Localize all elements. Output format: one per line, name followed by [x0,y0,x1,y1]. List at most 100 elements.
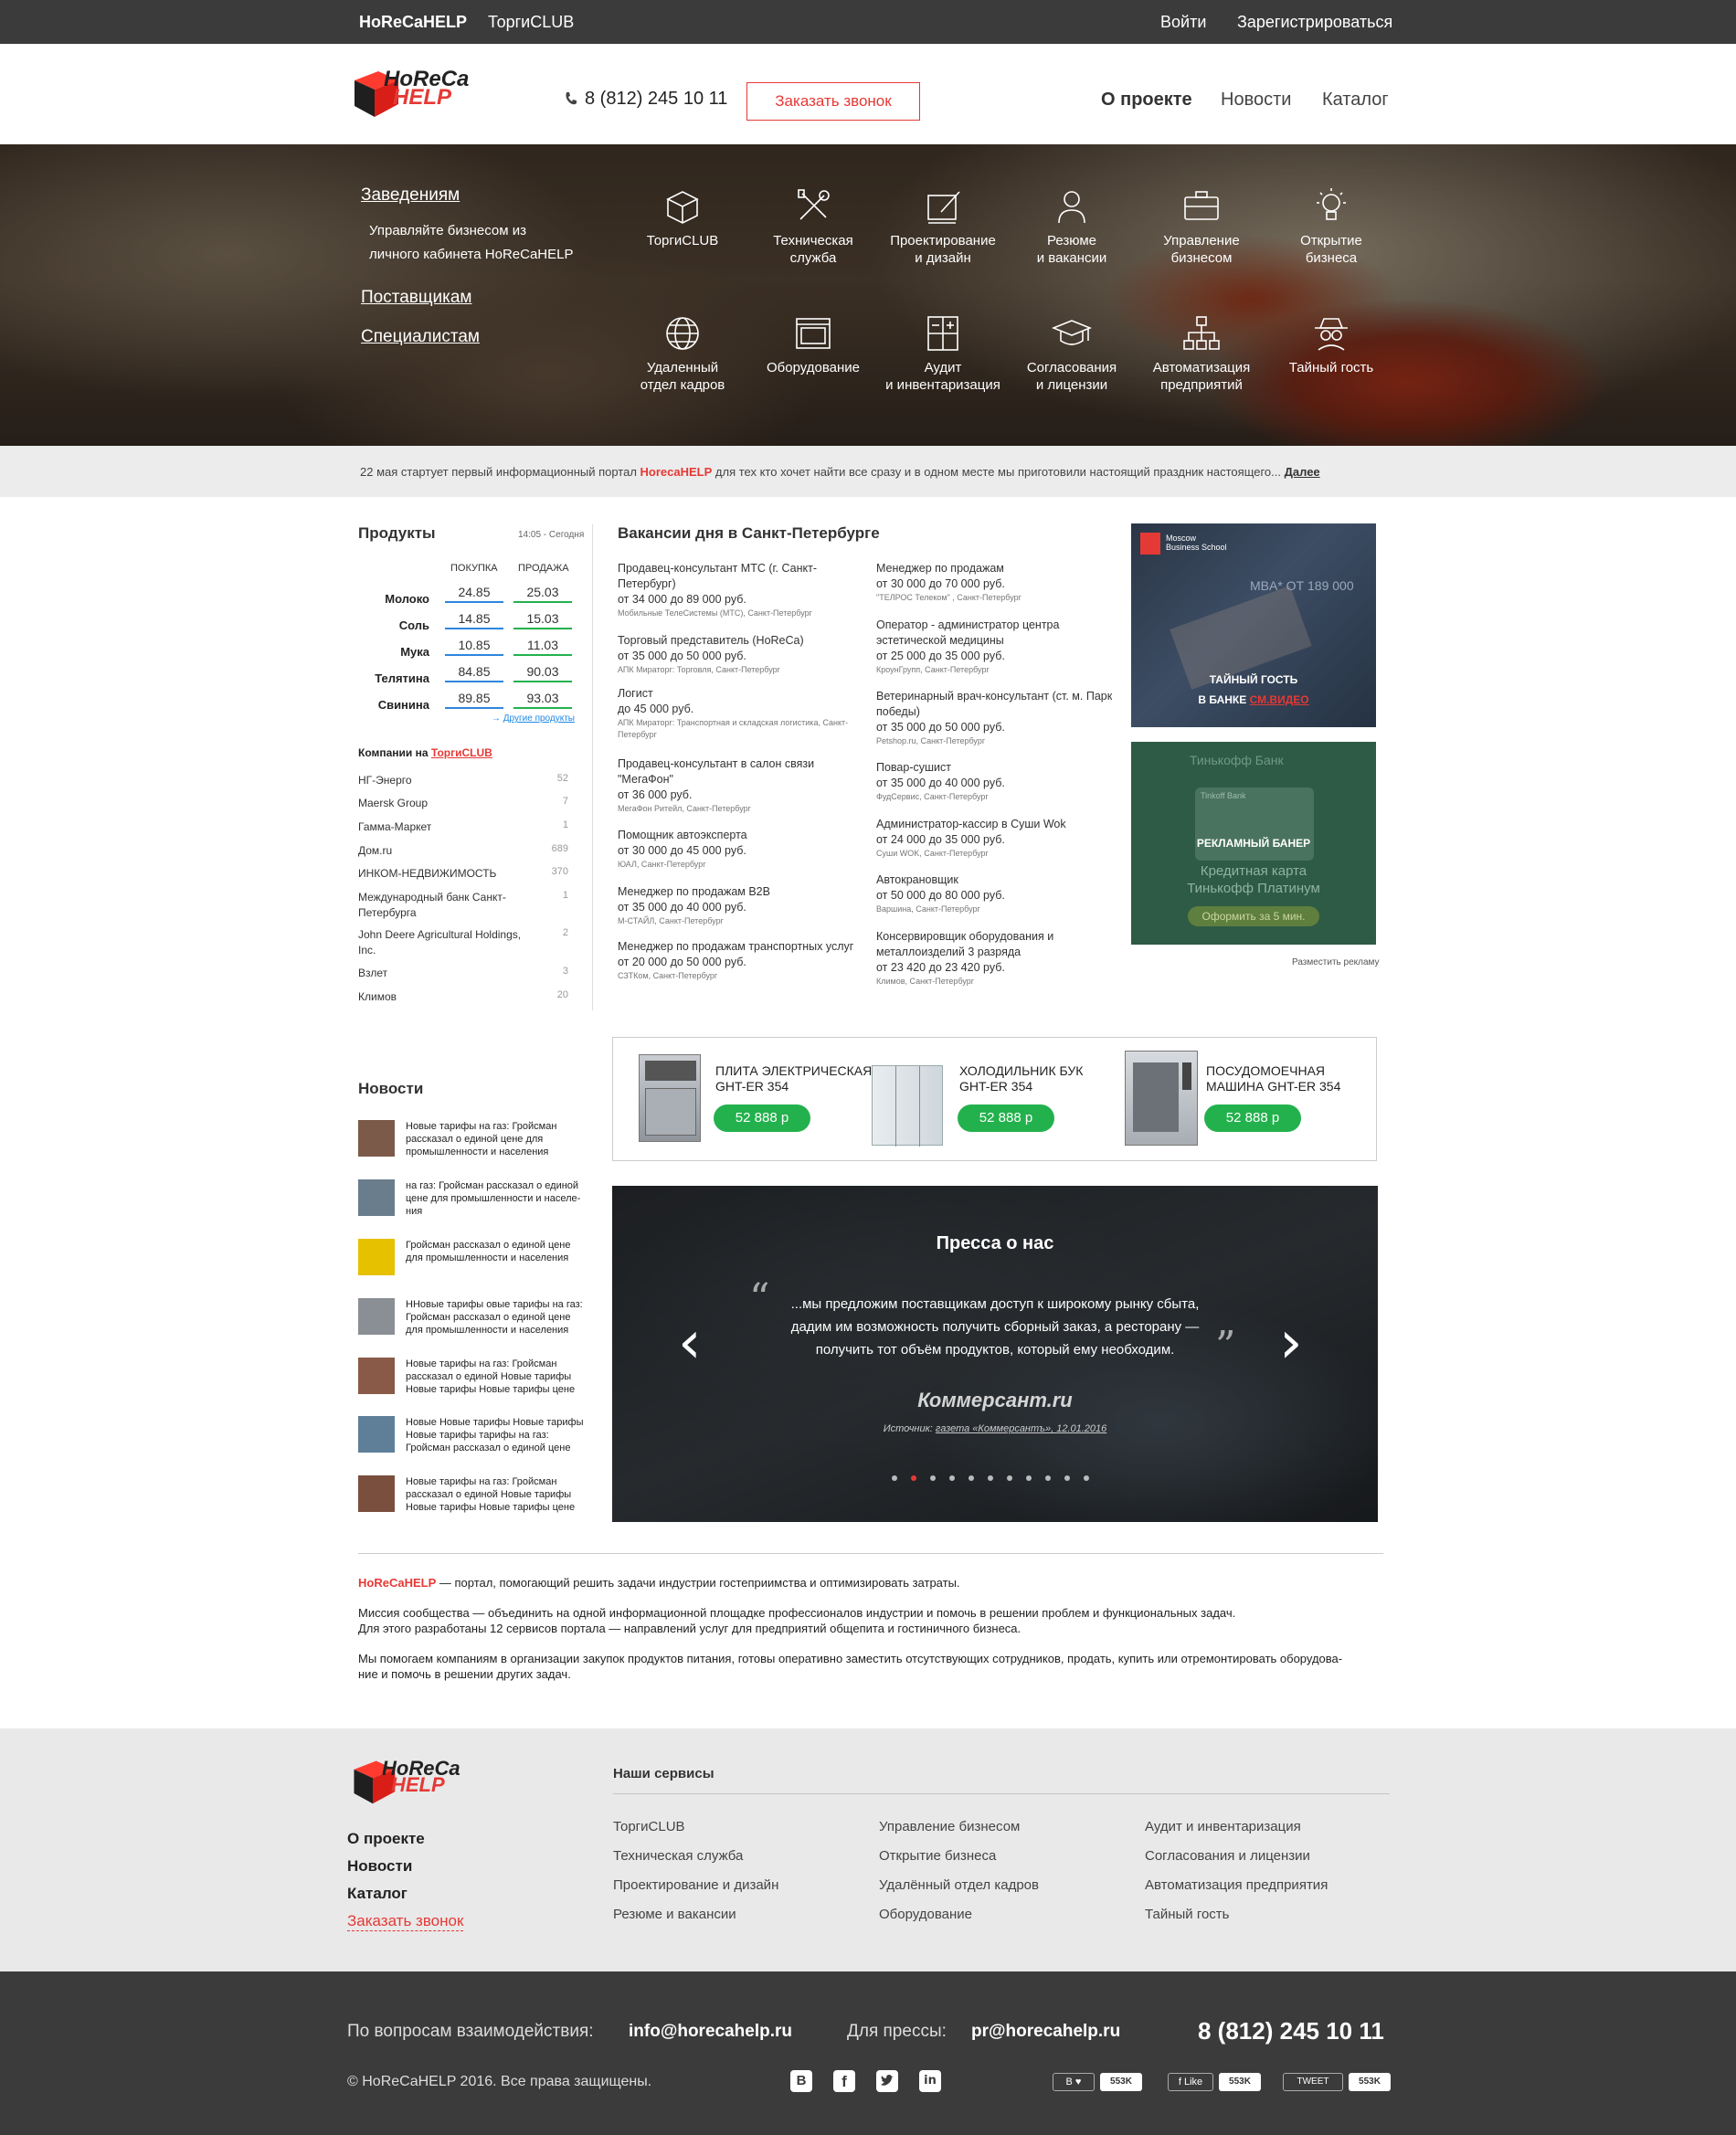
login-link[interactable]: Войти [1160,13,1206,32]
footer-service-link[interactable]: Тайный гость [1145,1907,1230,1922]
slider-dot[interactable] [988,1475,993,1481]
vk-share-button[interactable]: В ♥ 553K [1053,2073,1146,2091]
mbs-video-link[interactable]: СМ.ВИДЕО [1250,693,1309,706]
press-email[interactable]: pr@horecahelp.ru [971,2022,1120,2042]
slider-dot[interactable] [911,1475,916,1481]
footer-service-link[interactable]: Проектирование и дизайн [613,1877,778,1893]
news-thumbnail[interactable] [358,1239,395,1275]
tinkoff-apply-button[interactable]: Оформить за 5 мин. [1188,906,1319,926]
logo[interactable]: HoReCa HELP [347,64,503,121]
slider-dot[interactable] [1064,1475,1070,1481]
service-opening[interactable]: Открытие бизнеса [1263,186,1400,267]
product-row[interactable]: Молоко 24.85 25.03 [358,581,587,608]
companies-torgi-link[interactable]: ТоргиCLUB [431,746,492,759]
news-thumbnail[interactable] [358,1358,395,1394]
vacancy-item[interactable]: Консервировщик оборудования и металлоизд… [876,929,1123,988]
product-row[interactable]: Мука 10.85 11.03 [358,634,587,661]
header-phone[interactable]: 8 (812) 245 10 11 [585,89,727,110]
product-row[interactable]: Свинина 89.85 93.03 [358,687,587,713]
twitter-icon[interactable] [876,2070,898,2092]
facebook-icon[interactable]: f [833,2070,855,2092]
footer-callback-link[interactable]: Заказать звонок [347,1912,464,1931]
news-item[interactable]: Новые тарифы на газ: Гройсман рассказал … [358,1120,587,1164]
company-item[interactable]: John Deere Agricultural Holdings, Inc. 2 [358,927,568,958]
vacancy-item[interactable]: Автокрановщик от 50 000 до 80 000 руб. Вар… [876,872,1123,915]
company-item[interactable]: Взлет 3 [358,966,568,981]
nav-news[interactable]: Новости [1221,90,1291,111]
vacancy-item[interactable]: Менеджер по продажам от 30 000 до 70 000 … [876,561,1123,604]
footer-service-link[interactable]: Оборудование [879,1907,972,1922]
place-ad-link[interactable]: Разместить рекламу [1292,957,1380,967]
news-item[interactable]: на газ: Гройсман рассказал о единой цене… [358,1179,587,1223]
catalog-item-3-name[interactable]: ПОСУДОМОЕЧНАЯ МАШИНА GHT-ER 354 [1206,1063,1340,1094]
footer-service-link[interactable]: Техническая служба [613,1848,743,1864]
vk-icon[interactable]: В [790,2070,812,2092]
catalog-item-2-price[interactable]: 52 888 р [958,1104,1054,1132]
linkedin-icon[interactable]: in [919,2070,941,2092]
service-torgi[interactable]: ТоргиCLUB [614,186,751,249]
vacancy-item[interactable]: Повар-сушист от 35 000 до 40 000 руб. ФудС… [876,760,1123,803]
footer-service-link[interactable]: Резюме и вакансии [613,1907,736,1922]
slider-dot[interactable] [1007,1475,1012,1481]
service-hr[interactable]: Удаленный отдел кадров [614,313,751,394]
news-headline[interactable]: ННовые тарифы овые тарифы на газ: Гройсм… [406,1298,588,1337]
footer-service-link[interactable]: Управление бизнесом [879,1819,1020,1834]
company-item[interactable]: ИНКОМ-НЕДВИЖИМОСТЬ 370 [358,866,568,882]
footer-service-link[interactable]: Согласования и лицензии [1145,1848,1310,1864]
register-link[interactable]: Зарегистрироваться [1237,13,1392,32]
catalog-item-3-price[interactable]: 52 888 р [1204,1104,1301,1132]
slider-dot[interactable] [1084,1475,1089,1481]
callback-button[interactable]: Заказать звонок [746,82,920,121]
hero-link-establishments[interactable]: Заведениям [361,185,460,206]
news-thumbnail[interactable] [358,1298,395,1335]
service-licenses[interactable]: Согласования и лицензии [1003,313,1140,394]
footer-service-link[interactable]: ТоргиCLUB [613,1819,685,1834]
footer-nav-about[interactable]: О проекте [347,1830,425,1848]
service-equipment[interactable]: Оборудование [745,313,882,376]
news-headline[interactable]: Новые тарифы на газ: Гройсман рассказал … [406,1358,588,1396]
company-item[interactable]: Maersk Group 7 [358,796,568,811]
mbs-ad-banner[interactable]: Moscow Business School MBA* ОТ 189 000 ТА… [1131,523,1376,727]
more-products-link[interactable]: → Другие продукты [492,713,575,724]
slider-dot[interactable] [1045,1475,1051,1481]
vacancy-item[interactable]: Продавец-консультант МТС (г. Санкт-Петер… [618,561,864,619]
news-headline[interactable]: Новые Новые тарифы Новые тарифы Новые та… [406,1416,588,1454]
service-tech[interactable]: Техническая служба [745,186,882,267]
press-source-link[interactable]: газета «Коммерсантъ», 12.01.2016 [936,1423,1106,1434]
service-mystery-guest[interactable]: Тайный гость [1263,313,1400,376]
news-headline[interactable]: Гройсман рассказал о единой цене для про… [406,1239,588,1264]
nav-catalog[interactable]: Каталог [1322,90,1389,111]
slider-dot[interactable] [1026,1475,1032,1481]
company-item[interactable]: НГ-Энерго 52 [358,773,568,788]
news-headline[interactable]: Новые тарифы на газ: Гройсман рассказал … [406,1120,588,1158]
footer-service-link[interactable]: Автоматизация предприятия [1145,1877,1328,1893]
service-management[interactable]: Управление бизнесом [1133,186,1270,267]
service-automation[interactable]: Автоматизация предприятий [1133,313,1270,394]
vacancy-item[interactable]: Продавец-консультант в салон связи "Мега… [618,756,864,815]
company-item[interactable]: Гамма-Маркет 1 [358,819,568,835]
news-thumbnail[interactable] [358,1416,395,1453]
brand-link[interactable]: HoReCaHELP [359,13,467,32]
footer-logo[interactable]: HoReCa HELP [347,1754,503,1811]
news-item[interactable]: Новые Новые тарифы Новые тарифы Новые та… [358,1416,587,1460]
news-headline[interactable]: на газ: Гройсман рассказал о единой цене… [406,1179,588,1218]
catalog-item-2-name[interactable]: ХОЛОДИЛЬНИК БУК GHT-ER 354 [959,1063,1083,1094]
news-thumbnail[interactable] [358,1475,395,1512]
facebook-like-button[interactable]: f Like 553K [1168,2073,1263,2091]
vacancy-item[interactable]: Оператор - администратор центра эстетиче… [876,618,1123,676]
news-thumbnail[interactable] [358,1120,395,1157]
announcement-more-link[interactable]: Далее [1285,465,1320,479]
vacancy-item[interactable]: Менеджер по продажам B2B от 35 000 до 40 … [618,884,864,927]
news-item[interactable]: Гройсман рассказал о единой цене для про… [358,1239,587,1283]
nav-about[interactable]: О проекте [1101,90,1192,111]
slider-dot[interactable] [969,1475,974,1481]
company-item[interactable]: Дом.ru 689 [358,843,568,859]
news-item[interactable]: ННовые тарифы овые тарифы на газ: Гройсм… [358,1298,587,1342]
electric-stove-image[interactable] [639,1054,701,1142]
vacancy-item[interactable]: Логист до 45 000 руб. АПК Мираторг: Трансп… [618,686,864,741]
dishwasher-image[interactable] [1125,1051,1198,1146]
vacancy-item[interactable]: Помощник автоэксперта от 30 000 до 45 000… [618,828,864,871]
footer-nav-news[interactable]: Новости [347,1857,412,1876]
slider-dot[interactable] [892,1475,897,1481]
product-row[interactable]: Телятина 84.85 90.03 [358,661,587,687]
